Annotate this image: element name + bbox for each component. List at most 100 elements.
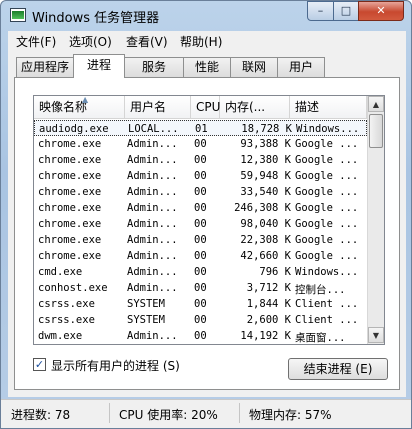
process-row[interactable]: csrss.exe SYSTEM 00 2,600 K Client ... xyxy=(34,312,367,328)
process-description: Google ... xyxy=(295,138,359,150)
menu-options[interactable]: 选项(O) xyxy=(69,33,112,50)
column-image-name-label: 映像名称 xyxy=(39,100,88,114)
process-memory: 98,040 K xyxy=(240,218,291,230)
process-name: conhost.exe xyxy=(38,282,108,294)
process-row[interactable]: audiodg.exe LOCAL... 01 18,728 K Windows... xyxy=(34,120,367,136)
process-memory: 59,948 K xyxy=(240,170,291,182)
process-memory: 3,712 K xyxy=(246,282,291,294)
menu-file[interactable]: 文件(F) xyxy=(16,33,56,50)
client-area: 应用程序 进程 服务 性能 联网 用户 ▲ 映像名称 用户名 CPU 内存(..… xyxy=(8,51,406,397)
process-description: Google ... xyxy=(295,250,359,262)
process-row[interactable]: conhost.exe Admin... 00 3,712 K 控制台... xyxy=(34,280,367,296)
process-user: SYSTEM xyxy=(127,298,165,310)
process-cpu: 00 xyxy=(194,266,207,278)
process-cpu: 00 xyxy=(194,218,207,230)
process-row[interactable]: dwm.exe Admin... 00 14,192 K 桌面窗... xyxy=(34,328,367,344)
process-name: chrome.exe xyxy=(38,202,102,214)
process-cpu: 00 xyxy=(194,234,207,246)
column-cpu[interactable]: CPU xyxy=(191,96,220,119)
process-user: Admin... xyxy=(127,250,178,262)
process-cpu: 00 xyxy=(194,330,207,342)
process-user: Admin... xyxy=(127,202,178,214)
column-memory[interactable]: 内存(... xyxy=(220,96,290,119)
process-name: chrome.exe xyxy=(38,250,102,262)
process-cpu: 00 xyxy=(194,298,207,310)
scroll-down-icon[interactable]: ▼ xyxy=(368,327,384,343)
task-manager-icon xyxy=(10,8,26,22)
tab-applications[interactable]: 应用程序 xyxy=(16,57,74,77)
process-row[interactable]: cmd.exe Admin... 00 796 K Windows... xyxy=(34,264,367,280)
cpu-usage: CPU 使用率: 20% xyxy=(119,408,218,422)
process-user: Admin... xyxy=(127,330,178,342)
tab-networking[interactable]: 联网 xyxy=(230,57,278,77)
tab-processes[interactable]: 进程 xyxy=(73,54,125,78)
process-description: Client ... xyxy=(295,314,359,326)
end-process-button[interactable]: 结束进程 (E) xyxy=(288,358,388,380)
process-row[interactable]: EXCEL.EXE *32Admin...0013,344 KMicros... xyxy=(34,344,367,345)
close-button[interactable]: ✕ xyxy=(358,1,404,21)
process-row[interactable]: chrome.exe Admin... 00 98,040 K Google ... xyxy=(34,216,367,232)
process-row[interactable]: chrome.exe Admin... 00 42,660 K Google ... xyxy=(34,248,367,264)
title-bar[interactable]: Windows 任务管理器 – □ ✕ xyxy=(1,1,411,31)
process-memory: 93,388 K xyxy=(240,138,291,150)
process-row[interactable]: chrome.exe Admin... 00 246,308 K Google ... xyxy=(34,200,367,216)
vertical-scrollbar[interactable]: ▲ ▼ xyxy=(367,96,384,344)
tab-users[interactable]: 用户 xyxy=(277,57,325,77)
process-name: chrome.exe xyxy=(38,154,102,166)
process-cpu: 00 xyxy=(194,154,207,166)
process-description: Google ... xyxy=(295,154,359,166)
process-cpu: 00 xyxy=(194,250,207,262)
column-description[interactable]: 描述 xyxy=(290,96,367,119)
process-memory: 18,728 K xyxy=(241,123,292,135)
show-all-users-checkbox[interactable]: ✓ xyxy=(33,358,46,371)
status-bar: 进程数: 78 CPU 使用率: 20% 物理内存: 57% xyxy=(1,399,411,428)
process-row[interactable]: csrss.exe SYSTEM 00 1,844 K Client ... xyxy=(34,296,367,312)
process-row[interactable]: chrome.exe Admin... 00 22,308 K Google ... xyxy=(34,232,367,248)
process-cpu: 00 xyxy=(194,170,207,182)
process-description: Client ... xyxy=(295,298,359,310)
column-user-name[interactable]: 用户名 xyxy=(125,96,191,119)
process-user: Admin... xyxy=(127,154,178,166)
process-user: Admin... xyxy=(127,282,178,294)
process-description: Google ... xyxy=(295,202,359,214)
process-user: Admin... xyxy=(127,234,178,246)
process-name: chrome.exe xyxy=(38,138,102,150)
process-list[interactable]: ▲ 映像名称 用户名 CPU 内存(... 描述 audiodg.exe LOCA… xyxy=(33,95,385,345)
menu-bar: 文件(F) 选项(O) 查看(V) 帮助(H) xyxy=(8,31,406,51)
status-separator xyxy=(239,403,240,423)
menu-view[interactable]: 查看(V) xyxy=(126,33,168,50)
maximize-button[interactable]: □ xyxy=(333,1,359,21)
process-user: Admin... xyxy=(127,266,178,278)
physical-memory: 物理内存: 57% xyxy=(249,408,332,422)
process-description: Windows... xyxy=(296,123,360,135)
process-description: 桌面窗... xyxy=(295,332,346,344)
sort-up-icon: ▲ xyxy=(82,95,89,104)
minimize-button[interactable]: – xyxy=(307,1,334,21)
process-name: chrome.exe xyxy=(38,186,102,198)
process-user: SYSTEM xyxy=(127,314,165,326)
process-description: 控制台... xyxy=(295,284,346,296)
process-count: 进程数: 78 xyxy=(11,408,71,422)
process-cpu: 01 xyxy=(195,123,208,135)
column-image-name[interactable]: ▲ 映像名称 xyxy=(34,96,125,119)
process-description: Google ... xyxy=(295,234,359,246)
process-cpu: 00 xyxy=(194,314,207,326)
process-name: cmd.exe xyxy=(38,266,83,278)
tab-services[interactable]: 服务 xyxy=(124,57,184,77)
tab-performance[interactable]: 性能 xyxy=(183,57,231,77)
process-user: Admin... xyxy=(127,138,178,150)
task-manager-window: Windows 任务管理器 – □ ✕ 文件(F) 选项(O) 查看(V) 帮助… xyxy=(0,0,412,429)
menu-help[interactable]: 帮助(H) xyxy=(180,33,222,50)
process-memory: 246,308 K xyxy=(234,202,291,214)
process-row[interactable]: chrome.exe Admin... 00 59,948 K Google ... xyxy=(34,168,367,184)
process-user: LOCAL... xyxy=(128,123,179,135)
process-cpu: 00 xyxy=(194,186,207,198)
process-name: csrss.exe xyxy=(38,298,95,310)
scroll-up-icon[interactable]: ▲ xyxy=(368,96,384,112)
scrollbar-thumb[interactable] xyxy=(369,114,383,148)
process-row[interactable]: chrome.exe Admin... 00 93,388 K Google ... xyxy=(34,136,367,152)
process-row[interactable]: chrome.exe Admin... 00 12,380 K Google ... xyxy=(34,152,367,168)
show-all-users-label[interactable]: 显示所有用户的进程 (S) xyxy=(51,357,180,374)
process-row[interactable]: chrome.exe Admin... 00 33,540 K Google ... xyxy=(34,184,367,200)
process-memory: 1,844 K xyxy=(246,298,291,310)
